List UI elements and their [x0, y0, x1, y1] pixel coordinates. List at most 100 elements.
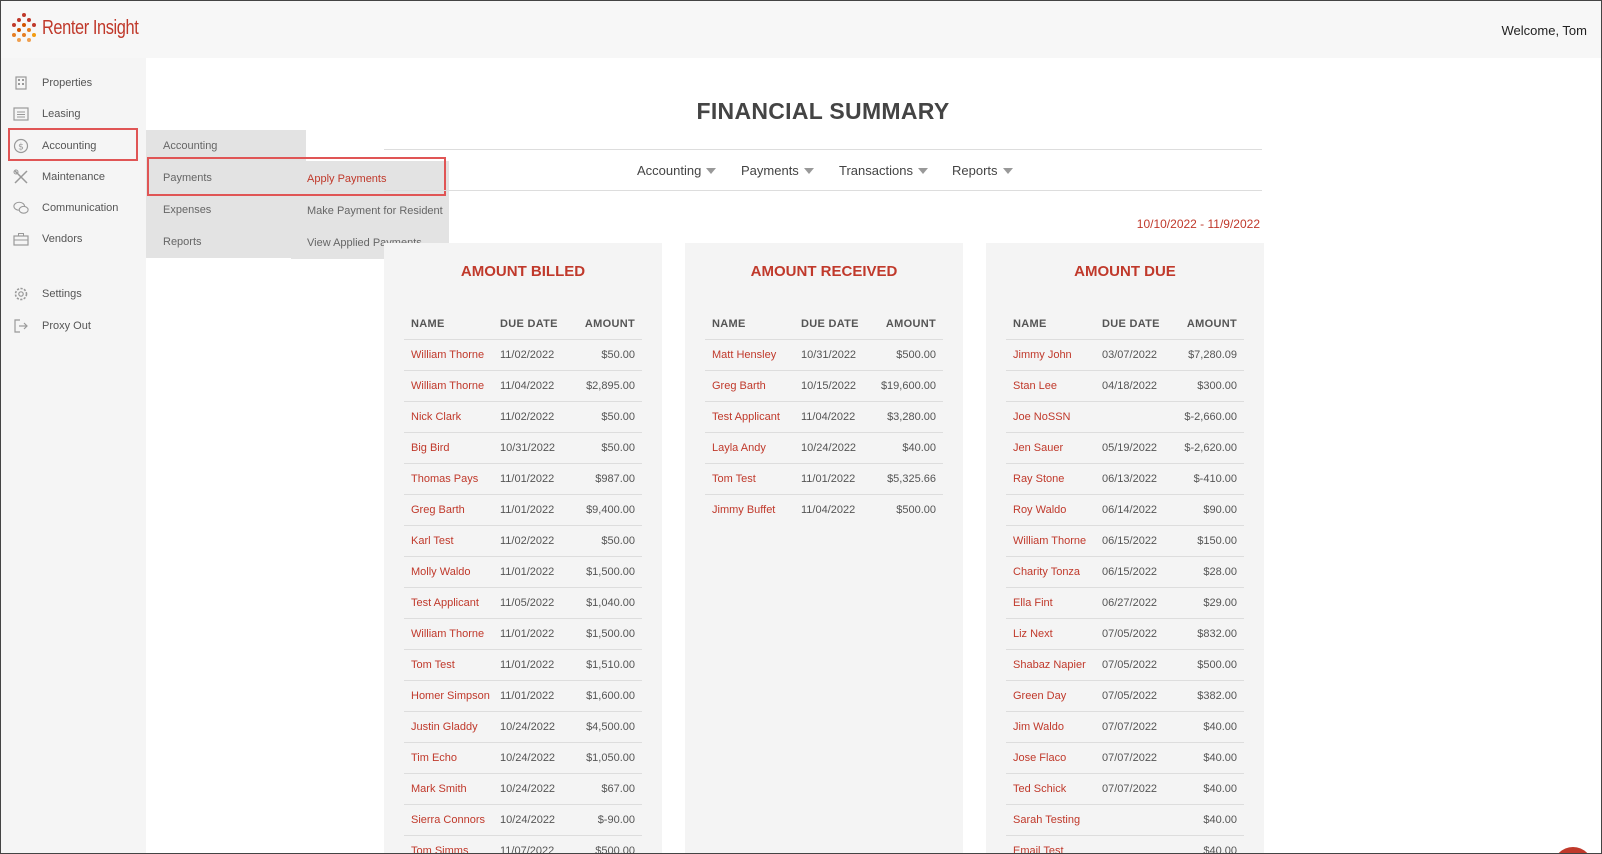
row-name-link[interactable]: Shabaz Napier: [1013, 659, 1086, 671]
row-due-date: 07/05/2022: [1102, 690, 1158, 702]
logo[interactable]: Renter Insight: [11, 13, 160, 43]
menu-item-expenses[interactable]: Expenses: [163, 204, 211, 216]
sidebar: Properties Leasing $ Accounting Maintena…: [1, 58, 146, 853]
tab-transactions[interactable]: Transactions: [839, 163, 928, 178]
row-name-link[interactable]: William Thorne: [1013, 535, 1086, 547]
row-name-link[interactable]: Tim Echo: [411, 752, 457, 764]
row-due-date: 11/01/2022: [500, 473, 555, 485]
row-name-link[interactable]: Joe NoSSN: [1013, 411, 1070, 423]
table-row: Karl Test 11/02/2022 $50.00: [404, 525, 642, 556]
row-due-date: 05/19/2022: [1102, 442, 1158, 454]
list-icon: [13, 106, 29, 122]
row-name-link[interactable]: Jimmy Buffet: [712, 504, 775, 516]
row-name-link[interactable]: Tom Simms: [411, 845, 468, 853]
row-name-link[interactable]: Jimmy John: [1013, 349, 1072, 361]
row-name-link[interactable]: William Thorne: [411, 349, 484, 361]
table-row: Test Applicant 11/04/2022 $3,280.00: [705, 401, 943, 432]
row-name-link[interactable]: Greg Barth: [712, 380, 766, 392]
row-name-link[interactable]: Matt Hensley: [712, 349, 776, 361]
menu-item-reports[interactable]: Reports: [163, 236, 202, 248]
row-name-link[interactable]: Test Applicant: [411, 597, 479, 609]
row-name-link[interactable]: Jose Flaco: [1013, 752, 1066, 764]
row-due-date: 11/01/2022: [500, 628, 555, 640]
sidebar-item-vendors[interactable]: Vendors: [1, 224, 146, 254]
table-row: Test Applicant 11/05/2022 $1,040.00: [404, 587, 642, 618]
row-amount: $40.00: [1203, 845, 1237, 854]
row-name-link[interactable]: Tom Test: [411, 659, 455, 671]
table-row: Justin Gladdy 10/24/2022 $4,500.00: [404, 711, 642, 742]
panel-title: AMOUNT DUE: [1074, 263, 1176, 280]
row-due-date: 06/15/2022: [1102, 535, 1158, 547]
chat-icon: [13, 200, 29, 216]
sidebar-item-settings[interactable]: Settings: [1, 279, 146, 309]
row-name-link[interactable]: Layla Andy: [712, 442, 766, 454]
row-name-link[interactable]: William Thorne: [411, 628, 484, 640]
row-name-link[interactable]: Justin Gladdy: [411, 721, 478, 733]
row-due-date: 07/07/2022: [1102, 752, 1158, 764]
row-due-date: 11/04/2022: [500, 380, 555, 392]
row-amount: $-2,620.00: [1184, 442, 1237, 454]
panel-title: AMOUNT BILLED: [460, 263, 586, 280]
tab-label: Accounting: [637, 163, 702, 178]
sidebar-item-proxy-out[interactable]: Proxy Out: [1, 311, 146, 341]
row-name-link[interactable]: Mark Smith: [411, 783, 467, 795]
row-amount: $29.00: [1203, 597, 1237, 609]
row-name-link[interactable]: Stan Lee: [1013, 380, 1057, 392]
row-name-link[interactable]: Greg Barth: [411, 504, 465, 516]
row-name-link[interactable]: Sarah Testing: [1013, 814, 1080, 826]
table-row: Jim Waldo 07/07/2022 $40.00: [1006, 711, 1244, 742]
sidebar-item-communication[interactable]: Communication: [1, 193, 146, 223]
welcome-text[interactable]: Welcome, Tom: [1502, 23, 1588, 38]
row-name-link[interactable]: Sierra Connors: [411, 814, 485, 826]
row-name-link[interactable]: Jen Sauer: [1013, 442, 1063, 454]
app-frame: Renter Insight Welcome, Tom Properties L…: [0, 0, 1602, 854]
row-amount: $50.00: [601, 349, 635, 361]
sidebar-item-label: Vendors: [42, 233, 83, 245]
row-name-link[interactable]: Homer Simpson: [411, 690, 490, 702]
tab-reports[interactable]: Reports: [952, 163, 1013, 178]
row-name-link[interactable]: Liz Next: [1013, 628, 1053, 640]
row-due-date: 11/05/2022: [500, 597, 555, 609]
row-name-link[interactable]: Jim Waldo: [1013, 721, 1064, 733]
menu-item-make-payment-for-resident[interactable]: Make Payment for Resident: [307, 205, 443, 217]
row-name-link[interactable]: Ella Fint: [1013, 597, 1053, 609]
row-name-link[interactable]: William Thorne: [411, 380, 484, 392]
sidebar-item-label: Properties: [42, 77, 93, 89]
row-due-date: 10/31/2022: [500, 442, 556, 454]
row-name-link[interactable]: Nick Clark: [411, 411, 461, 423]
sidebar-item-properties[interactable]: Properties: [1, 68, 146, 98]
row-name-link[interactable]: Green Day: [1013, 690, 1066, 702]
sidebar-item-label: Settings: [42, 288, 82, 300]
menu-item-accounting[interactable]: Accounting: [163, 140, 217, 152]
sidebar-item-maintenance[interactable]: Maintenance: [1, 162, 146, 192]
row-due-date: 10/31/2022: [801, 349, 857, 361]
chat-bubble-button[interactable]: [1553, 847, 1593, 853]
page-title: FINANCIAL SUMMARY: [696, 98, 950, 124]
table-row: Jimmy John 03/07/2022 $7,280.09: [1006, 339, 1244, 370]
building-icon: [13, 75, 29, 91]
row-name-link[interactable]: Thomas Pays: [411, 473, 478, 485]
row-due-date: 06/14/2022: [1102, 504, 1158, 516]
row-amount: $1,510.00: [586, 659, 635, 671]
row-name-link[interactable]: Roy Waldo: [1013, 504, 1066, 516]
row-name-link[interactable]: Tom Test: [712, 473, 756, 485]
row-amount: $500.00: [1197, 659, 1237, 671]
row-amount: $1,600.00: [586, 690, 635, 702]
row-name-link[interactable]: Ray Stone: [1013, 473, 1064, 485]
row-name-link[interactable]: Ted Schick: [1013, 783, 1066, 795]
table-row: Tom Test 11/01/2022 $5,325.66: [705, 463, 943, 494]
row-name-link[interactable]: Email Test: [1013, 845, 1064, 853]
row-name-link[interactable]: Test Applicant: [712, 411, 780, 423]
briefcase-icon: [13, 231, 29, 247]
date-range[interactable]: 10/10/2022 - 11/9/2022: [1137, 217, 1260, 231]
tab-payments[interactable]: Payments: [741, 163, 814, 178]
sidebar-item-leasing[interactable]: Leasing: [1, 99, 146, 129]
row-name-link[interactable]: Big Bird: [411, 442, 450, 454]
tab-accounting[interactable]: Accounting: [637, 163, 717, 178]
row-amount: $382.00: [1197, 690, 1237, 702]
table-row: Shabaz Napier 07/05/2022 $500.00: [1006, 649, 1244, 680]
row-name-link[interactable]: Karl Test: [411, 535, 454, 547]
table-row: Ted Schick 07/07/2022 $40.00: [1006, 773, 1244, 804]
row-name-link[interactable]: Charity Tonza: [1013, 566, 1080, 578]
row-name-link[interactable]: Molly Waldo: [411, 566, 471, 578]
